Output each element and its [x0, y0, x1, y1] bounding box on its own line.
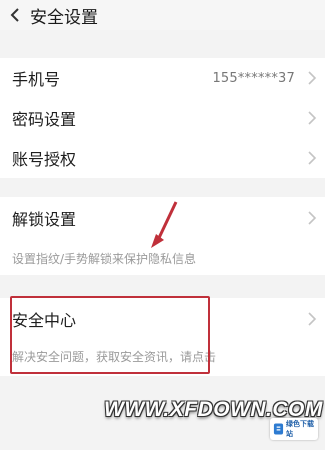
- logo-mark-icon: [273, 423, 284, 435]
- logo-text: 绿色下载站: [285, 420, 314, 438]
- top-bar: 安全设置: [0, 0, 325, 30]
- chevron-right-icon: [308, 211, 317, 225]
- chevron-right-icon: [308, 312, 317, 326]
- annotation-arrow-icon: [151, 201, 178, 248]
- phone-number-value: 155******37: [212, 70, 295, 86]
- chevron-right-icon: [308, 111, 317, 125]
- unlock-settings-label: 解锁设置: [12, 210, 77, 229]
- back-arrow-icon[interactable]: [0, 0, 30, 30]
- account-settings-group: 手机号 155******37 密码设置 账号授权: [0, 58, 325, 178]
- annotation-highlight-box: [10, 296, 210, 374]
- chevron-right-icon: [308, 151, 317, 165]
- site-logo: 绿色下载站: [270, 418, 318, 440]
- phone-number-row[interactable]: 手机号 155******37: [0, 58, 325, 98]
- account-authorization-row[interactable]: 账号授权: [0, 138, 325, 178]
- phone-number-label: 手机号: [12, 70, 61, 89]
- unlock-settings-description: 设置指纹/手势解锁来保护隐私信息: [12, 252, 197, 266]
- password-settings-row[interactable]: 密码设置: [0, 98, 325, 138]
- page-title: 安全设置: [30, 7, 98, 28]
- chevron-right-icon: [308, 71, 317, 85]
- account-authorization-label: 账号授权: [12, 150, 77, 169]
- password-settings-label: 密码设置: [12, 110, 77, 129]
